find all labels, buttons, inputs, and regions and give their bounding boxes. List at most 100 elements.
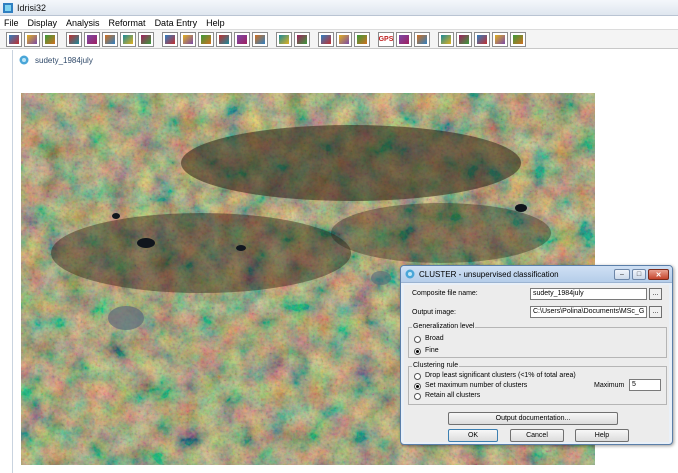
radio-set-maximum-label: Set maximum number of clusters bbox=[425, 382, 528, 389]
maximize-button[interactable]: □ bbox=[632, 269, 646, 280]
menu-analysis[interactable]: Analysis bbox=[66, 18, 100, 28]
document-title: sudety_1984july bbox=[35, 55, 93, 65]
open-folder-icon[interactable] bbox=[24, 31, 40, 47]
dialog-title-bar[interactable]: CLUSTER - unsupervised classification – … bbox=[401, 266, 672, 283]
composite-icon-glyph bbox=[69, 34, 79, 44]
app-title: Idrisi32 bbox=[17, 2, 47, 13]
layers-icon-glyph bbox=[141, 34, 151, 44]
wave-icon-glyph bbox=[417, 34, 427, 44]
cancel-button[interactable]: Cancel bbox=[510, 429, 564, 442]
display-icon-glyph bbox=[9, 34, 19, 44]
cluster-dialog: CLUSTER - unsupervised classification – … bbox=[400, 265, 673, 445]
radio-drop-clusters[interactable] bbox=[414, 373, 421, 380]
query-icon[interactable] bbox=[84, 31, 100, 47]
menu-bar: File Display Analysis Reformat Data Entr… bbox=[0, 16, 678, 29]
overlay-icon[interactable] bbox=[234, 31, 250, 47]
generalization-level-group: Generalization level Broad Fine bbox=[408, 323, 667, 358]
overlay-icon-glyph bbox=[237, 34, 247, 44]
legend-icon[interactable] bbox=[492, 31, 508, 47]
profile-icon-glyph bbox=[399, 34, 409, 44]
maximize-icon: □ bbox=[636, 271, 642, 278]
menu-data-entry[interactable]: Data Entry bbox=[155, 18, 198, 28]
table-icon-glyph bbox=[477, 34, 487, 44]
measure-icon[interactable] bbox=[162, 31, 178, 47]
slice-icon-glyph bbox=[201, 34, 211, 44]
composite-browse-button[interactable]: ... bbox=[649, 288, 662, 300]
menu-help[interactable]: Help bbox=[206, 18, 225, 28]
pan-icon-glyph bbox=[105, 34, 115, 44]
window-icon[interactable] bbox=[216, 31, 232, 47]
minimize-icon: – bbox=[620, 271, 624, 278]
slice-icon[interactable] bbox=[198, 31, 214, 47]
swap-icon[interactable] bbox=[120, 31, 136, 47]
digitize-icon[interactable] bbox=[354, 31, 370, 47]
report-icon[interactable] bbox=[252, 31, 268, 47]
menu-display[interactable]: Display bbox=[28, 18, 58, 28]
close-icon: ✕ bbox=[655, 271, 662, 279]
open-folder-icon-glyph bbox=[27, 34, 37, 44]
map-icon[interactable] bbox=[438, 31, 454, 47]
swap-icon-glyph bbox=[123, 34, 133, 44]
table-icon[interactable] bbox=[474, 31, 490, 47]
window-icon-glyph bbox=[219, 34, 229, 44]
measure-icon-glyph bbox=[165, 34, 175, 44]
clustering-rule-title: Clustering rule bbox=[412, 362, 460, 369]
display-icon[interactable] bbox=[6, 31, 22, 47]
composite-file-field[interactable]: sudety_1984july bbox=[530, 288, 647, 300]
radio-broad-label: Broad bbox=[425, 335, 444, 342]
generalization-level-title: Generalization level bbox=[412, 323, 476, 330]
toolbar: GPS bbox=[0, 29, 678, 49]
brush-icon[interactable] bbox=[294, 31, 310, 47]
maximum-label: Maximum bbox=[594, 382, 625, 389]
target-icon[interactable] bbox=[318, 31, 334, 47]
minimize-button[interactable]: – bbox=[614, 269, 630, 280]
composite-file-label: Composite file name: bbox=[412, 290, 478, 297]
help-button[interactable]: Help bbox=[575, 429, 629, 442]
radio-fine[interactable] bbox=[414, 348, 421, 355]
image-document-icon bbox=[19, 55, 29, 65]
clustering-rule-group: Clustering rule Drop least significant c… bbox=[408, 362, 667, 405]
radio-retain-all[interactable] bbox=[414, 393, 421, 400]
maximum-clusters-input[interactable]: 5 bbox=[629, 379, 661, 391]
dialog-app-icon bbox=[405, 269, 415, 279]
composite-icon[interactable] bbox=[66, 31, 82, 47]
brush-icon-glyph bbox=[297, 34, 307, 44]
digitize-icon-glyph bbox=[357, 34, 367, 44]
layers-icon[interactable] bbox=[138, 31, 154, 47]
idrisi-app-icon bbox=[3, 2, 13, 13]
radio-drop-clusters-label: Drop least significant clusters (<1% of … bbox=[425, 372, 576, 379]
menu-reformat[interactable]: Reformat bbox=[109, 18, 146, 28]
palette-icon-glyph bbox=[45, 34, 55, 44]
menu-file[interactable]: File bbox=[4, 18, 19, 28]
legend-icon-glyph bbox=[495, 34, 505, 44]
pan-icon[interactable] bbox=[102, 31, 118, 47]
radio-broad[interactable] bbox=[414, 336, 421, 343]
eraser-icon[interactable] bbox=[510, 31, 526, 47]
dialog-body: Composite file name: sudety_1984july ...… bbox=[404, 285, 669, 442]
ok-button[interactable]: OK bbox=[448, 429, 498, 442]
gps-icon[interactable]: GPS bbox=[378, 31, 394, 47]
help-cursor-icon[interactable] bbox=[276, 31, 292, 47]
tools-icon-glyph bbox=[339, 34, 349, 44]
close-button[interactable]: ✕ bbox=[648, 269, 669, 280]
tools-icon[interactable] bbox=[336, 31, 352, 47]
grid-icon-glyph bbox=[459, 34, 469, 44]
histogram-icon-glyph bbox=[183, 34, 193, 44]
histogram-icon[interactable] bbox=[180, 31, 196, 47]
radio-fine-label: Fine bbox=[425, 347, 439, 354]
map-icon-glyph bbox=[441, 34, 451, 44]
grid-icon[interactable] bbox=[456, 31, 472, 47]
palette-icon[interactable] bbox=[42, 31, 58, 47]
help-cursor-icon-glyph bbox=[279, 34, 289, 44]
eraser-icon-glyph bbox=[513, 34, 523, 44]
profile-icon[interactable] bbox=[396, 31, 412, 47]
document-title-bar[interactable]: sudety_1984july bbox=[13, 50, 678, 70]
app-title-bar[interactable]: Idrisi32 bbox=[0, 0, 678, 16]
output-documentation-button[interactable]: Output documentation... bbox=[448, 412, 618, 425]
output-browse-button[interactable]: ... bbox=[649, 306, 662, 318]
radio-set-maximum[interactable] bbox=[414, 383, 421, 390]
wave-icon[interactable] bbox=[414, 31, 430, 47]
output-image-field[interactable]: C:\Users\Polina\Documents\MSc_G bbox=[530, 306, 647, 318]
report-icon-glyph bbox=[255, 34, 265, 44]
radio-retain-all-label: Retain all clusters bbox=[425, 392, 481, 399]
